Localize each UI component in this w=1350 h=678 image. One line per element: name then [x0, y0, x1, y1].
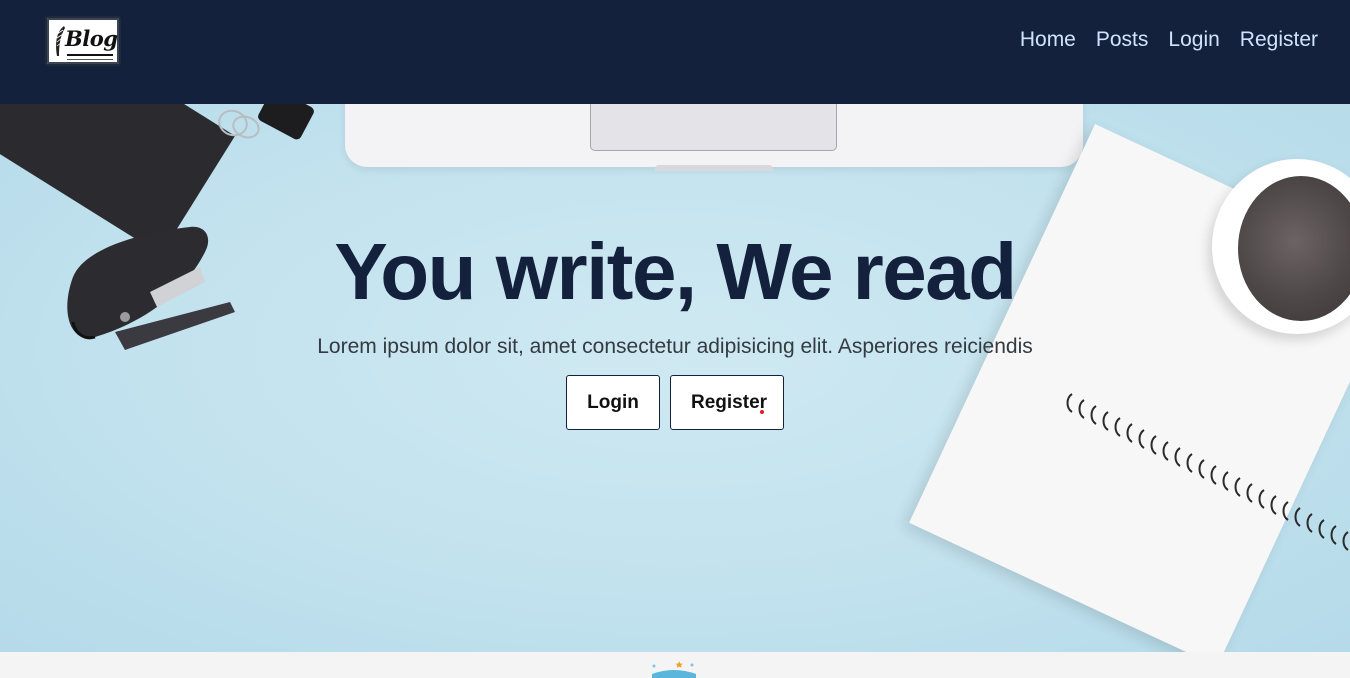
cursor-dot: [760, 410, 764, 414]
hero-register-button[interactable]: Register: [670, 375, 784, 430]
hero-login-button[interactable]: Login: [566, 375, 660, 430]
nav-menu: Home Posts Login Register: [1020, 24, 1318, 56]
hero-title: You write, We read: [334, 227, 1017, 316]
hero-register-label: Register: [691, 391, 768, 413]
logo-text: Blog: [65, 26, 118, 51]
hero-button-group: Login Register: [566, 375, 784, 430]
hero-section: You write, We read Lorem ipsum dolor sit…: [0, 104, 1350, 652]
site-logo[interactable]: Blog: [45, 16, 121, 66]
laptop-notch: [655, 165, 773, 171]
laptop-trackpad: [590, 104, 837, 151]
logo-underline-thin: [67, 59, 113, 60]
open-book-icon: [652, 661, 696, 678]
next-section-strip: [0, 652, 1350, 678]
notebook-spiral-decoration: [1066, 393, 1349, 551]
binder-clip-decoration: [256, 104, 316, 142]
nav-posts-link[interactable]: Posts: [1096, 24, 1149, 56]
laptop-decoration: [345, 104, 1083, 171]
nav-login-link[interactable]: Login: [1168, 24, 1219, 56]
hero-subtitle: Lorem ipsum dolor sit, amet consectetur …: [317, 335, 1033, 358]
nav-home-link[interactable]: Home: [1020, 24, 1076, 56]
navbar: Blog Home Posts Login Register: [0, 0, 1350, 104]
nav-register-link[interactable]: Register: [1240, 24, 1318, 56]
logo-underline: [67, 54, 113, 56]
